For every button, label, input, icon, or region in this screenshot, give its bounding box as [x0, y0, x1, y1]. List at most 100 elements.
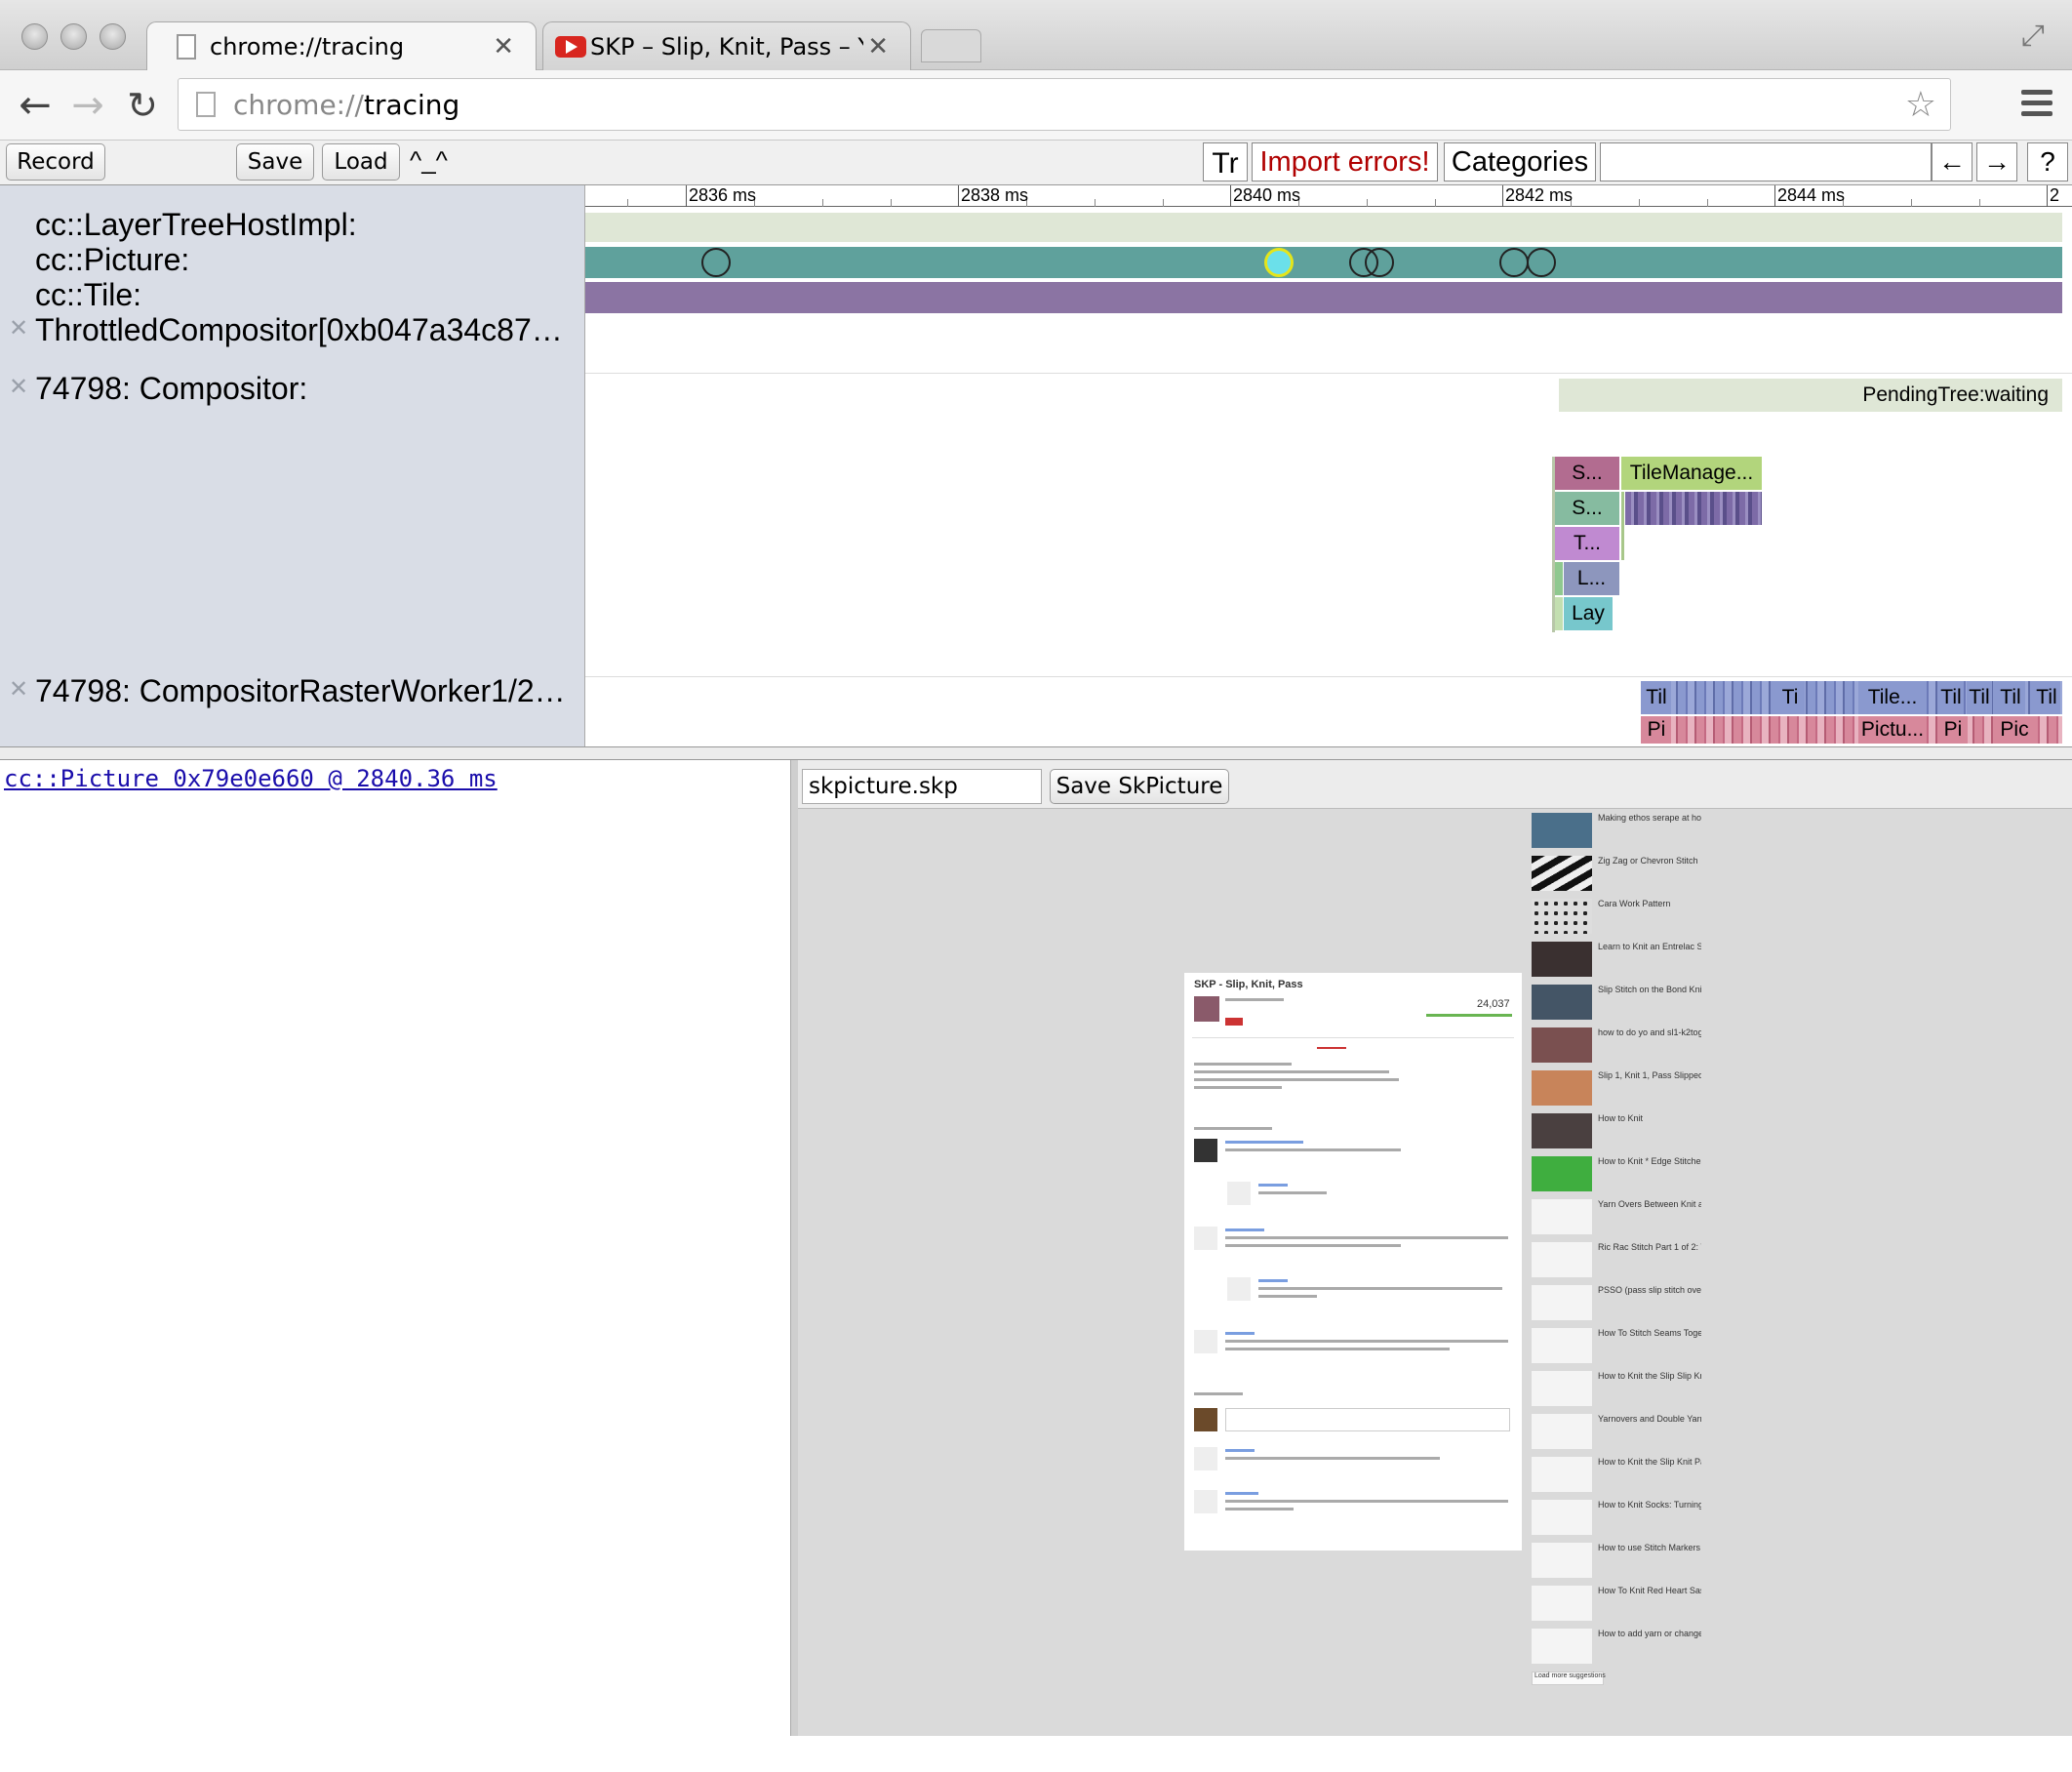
categories-button[interactable]: Categories — [1444, 142, 1596, 181]
easter-egg-text: ^_^ — [410, 145, 448, 175]
track-label-layer-tree: cc::LayerTreeHostImpl: — [35, 207, 357, 242]
ruler-label: 2836 ms — [689, 185, 757, 205]
record-button[interactable]: Record — [6, 143, 105, 181]
tab-tracing[interactable]: chrome://tracing ✕ — [146, 21, 537, 70]
suggestion-title: Slip 1, Knit 1, Pass Slipped Stitch Over… — [1598, 1070, 1701, 1080]
url-host: tracing — [363, 88, 460, 121]
preview-video-title: SKP - Slip, Knit, Pass — [1194, 979, 1303, 990]
track-label-throttled: ThrottledCompositor[0xb047a34c87… — [35, 312, 563, 347]
preview-view-count: 24,037 — [1477, 998, 1510, 1010]
track-label-tile: cc::Tile: — [35, 277, 142, 312]
tab-youtube[interactable]: SKP – Slip, Knit, Pass – You ✕ — [542, 21, 911, 70]
snapshot-marker[interactable] — [1527, 248, 1556, 277]
slice-s[interactable]: S... — [1555, 457, 1619, 490]
prev-arrow-button[interactable]: ← — [1932, 142, 1972, 181]
suggestion-title: How to Knit the Slip Knit Pass Decrease … — [1598, 1457, 1701, 1467]
youtube-icon — [555, 36, 586, 58]
slice-picture[interactable]: Pictu... — [1858, 716, 1927, 744]
page-icon — [177, 34, 196, 60]
url-scheme: chrome:// — [233, 88, 364, 121]
slice-tile-manager[interactable]: TileManage... — [1621, 457, 1762, 490]
suggestion-title: Ric Rac Stitch Part 1 of 2: The Knit Sid… — [1598, 1242, 1701, 1252]
suggestion-title: Slip Stitch on the Bond Knitting Machine — [1598, 985, 1701, 994]
bookmark-star-icon[interactable]: ☆ — [1905, 85, 1936, 125]
window-bottom — [0, 1736, 2072, 1772]
reload-icon[interactable]: ↻ — [121, 84, 164, 127]
suggestion-title: Cara Work Pattern — [1598, 899, 1671, 908]
save-skpicture-button[interactable]: Save SkPicture — [1050, 769, 1229, 804]
slice-tile[interactable]: Ti — [1775, 681, 1805, 714]
vertical-splitter[interactable] — [790, 760, 798, 1736]
browser-toolbar: ← → ↻ chrome://tracing ☆ — [0, 70, 2072, 141]
slice-tile[interactable]: Tile... — [1858, 681, 1927, 714]
tile-manager-children[interactable] — [1625, 492, 1762, 525]
slice-tile[interactable]: Til — [1996, 681, 2025, 714]
ruler-label: 2840 ms — [1233, 185, 1301, 205]
tab-title: chrome://tracing — [210, 32, 405, 60]
address-bar[interactable]: chrome://tracing ☆ — [178, 78, 1951, 131]
picture-bar[interactable] — [585, 247, 2062, 278]
load-more-label: Load more suggestions — [1534, 1672, 1606, 1679]
slice-t[interactable]: T... — [1555, 527, 1619, 560]
minimize-window-button[interactable] — [60, 23, 87, 50]
help-button[interactable]: ? — [2027, 142, 2068, 181]
suggestion-title: Zig Zag or Chevron Stitch — [1598, 856, 1698, 866]
close-tab-icon[interactable]: ✕ — [493, 32, 514, 61]
slice-pending-tree[interactable]: PendingTree:waiting — [1559, 379, 2062, 412]
suggestion-title: How To Stitch Seams Together — [1598, 1328, 1701, 1338]
snapshot-marker[interactable] — [701, 248, 731, 277]
tr-button[interactable]: Tr — [1203, 142, 1248, 181]
skpicture-viewer: skpicture.skp Save SkPicture SKP - Slip,… — [798, 760, 2072, 1736]
slice-picture[interactable]: Pic — [1996, 716, 2033, 744]
tracing-toolbar: Record Save Load ^_^ Tr Import errors! C… — [0, 141, 2072, 185]
zoom-window-button[interactable] — [100, 23, 126, 50]
slice-picture[interactable]: Pi — [1938, 716, 1968, 744]
suggestion-title: How to add yarn or change colors while k… — [1598, 1629, 1701, 1638]
tile-bar[interactable] — [585, 282, 2062, 313]
slice-picture[interactable]: Pi — [1642, 716, 1671, 744]
tab-strip: chrome://tracing ✕ SKP – Slip, Knit, Pas… — [0, 0, 2072, 70]
slice-l[interactable]: L... — [1564, 562, 1619, 595]
tab-title: SKP – Slip, Knit, Pass – You — [590, 32, 863, 60]
suggestion-title: Learn to Knit an Entrelac Scarf — [1598, 942, 1701, 951]
slice-tile[interactable]: Til — [1938, 681, 1964, 714]
track-label-compositor: 74798: Compositor: — [35, 371, 308, 406]
snapshot-marker[interactable] — [1365, 248, 1394, 277]
track-label-raster-worker: 74798: CompositorRasterWorker1/2… — [35, 673, 566, 708]
suggestion-title: PSSO (pass slip stitch over) — [1598, 1285, 1701, 1295]
suggestion-title: How To Knit Red Heart Sashay Scarves — [1598, 1586, 1701, 1595]
track-label-picture: cc::Picture: — [35, 242, 190, 277]
track-labels: cc::LayerTreeHostImpl: cc::Picture: cc::… — [0, 185, 585, 746]
snapshot-marker[interactable] — [1499, 248, 1529, 277]
layer-tree-bar[interactable] — [585, 213, 2062, 242]
page-icon — [196, 92, 216, 117]
fullscreen-icon[interactable]: ⤢ — [2021, 20, 2045, 53]
skp-filename-input[interactable]: skpicture.skp — [802, 769, 1042, 804]
selected-snapshot-marker[interactable] — [1264, 248, 1294, 277]
save-button[interactable]: Save — [236, 143, 314, 181]
picture-link[interactable]: cc::Picture 0x79e0e660 @ 2840.36 ms — [4, 765, 498, 792]
close-track-icon[interactable]: ✕ — [6, 677, 31, 703]
suggestion-title: Making ethos serape at home — [1598, 813, 1701, 823]
close-track-icon[interactable]: ✕ — [6, 375, 31, 400]
panel-resize-handle[interactable] — [0, 746, 2072, 760]
timeline-canvas[interactable]: 2836 ms 2838 ms 2840 ms 2842 ms 2844 ms … — [585, 185, 2072, 746]
slice-s[interactable]: S... — [1555, 492, 1619, 525]
close-tab-icon[interactable]: ✕ — [867, 32, 889, 61]
forward-icon[interactable]: → — [66, 84, 109, 127]
back-icon[interactable]: ← — [14, 84, 57, 127]
load-button[interactable]: Load — [322, 143, 400, 181]
new-tab-button[interactable] — [921, 29, 981, 62]
slice-lay[interactable]: Lay — [1564, 597, 1613, 630]
close-window-button[interactable] — [21, 23, 48, 50]
slice-tile[interactable]: Til — [1967, 681, 1992, 714]
slice-tile[interactable]: Til — [1642, 681, 1671, 714]
suggestion-title: Yarn Overs Between Knit and Purl Stitche… — [1598, 1199, 1701, 1209]
menu-icon[interactable] — [2021, 90, 2052, 119]
search-input[interactable] — [1600, 142, 1932, 181]
ruler-label: 2844 ms — [1777, 185, 1846, 205]
next-arrow-button[interactable]: → — [1976, 142, 2017, 181]
close-track-icon[interactable]: ✕ — [6, 316, 31, 342]
slice-tile[interactable]: Til — [2033, 681, 2060, 714]
import-errors-button[interactable]: Import errors! — [1252, 142, 1438, 181]
